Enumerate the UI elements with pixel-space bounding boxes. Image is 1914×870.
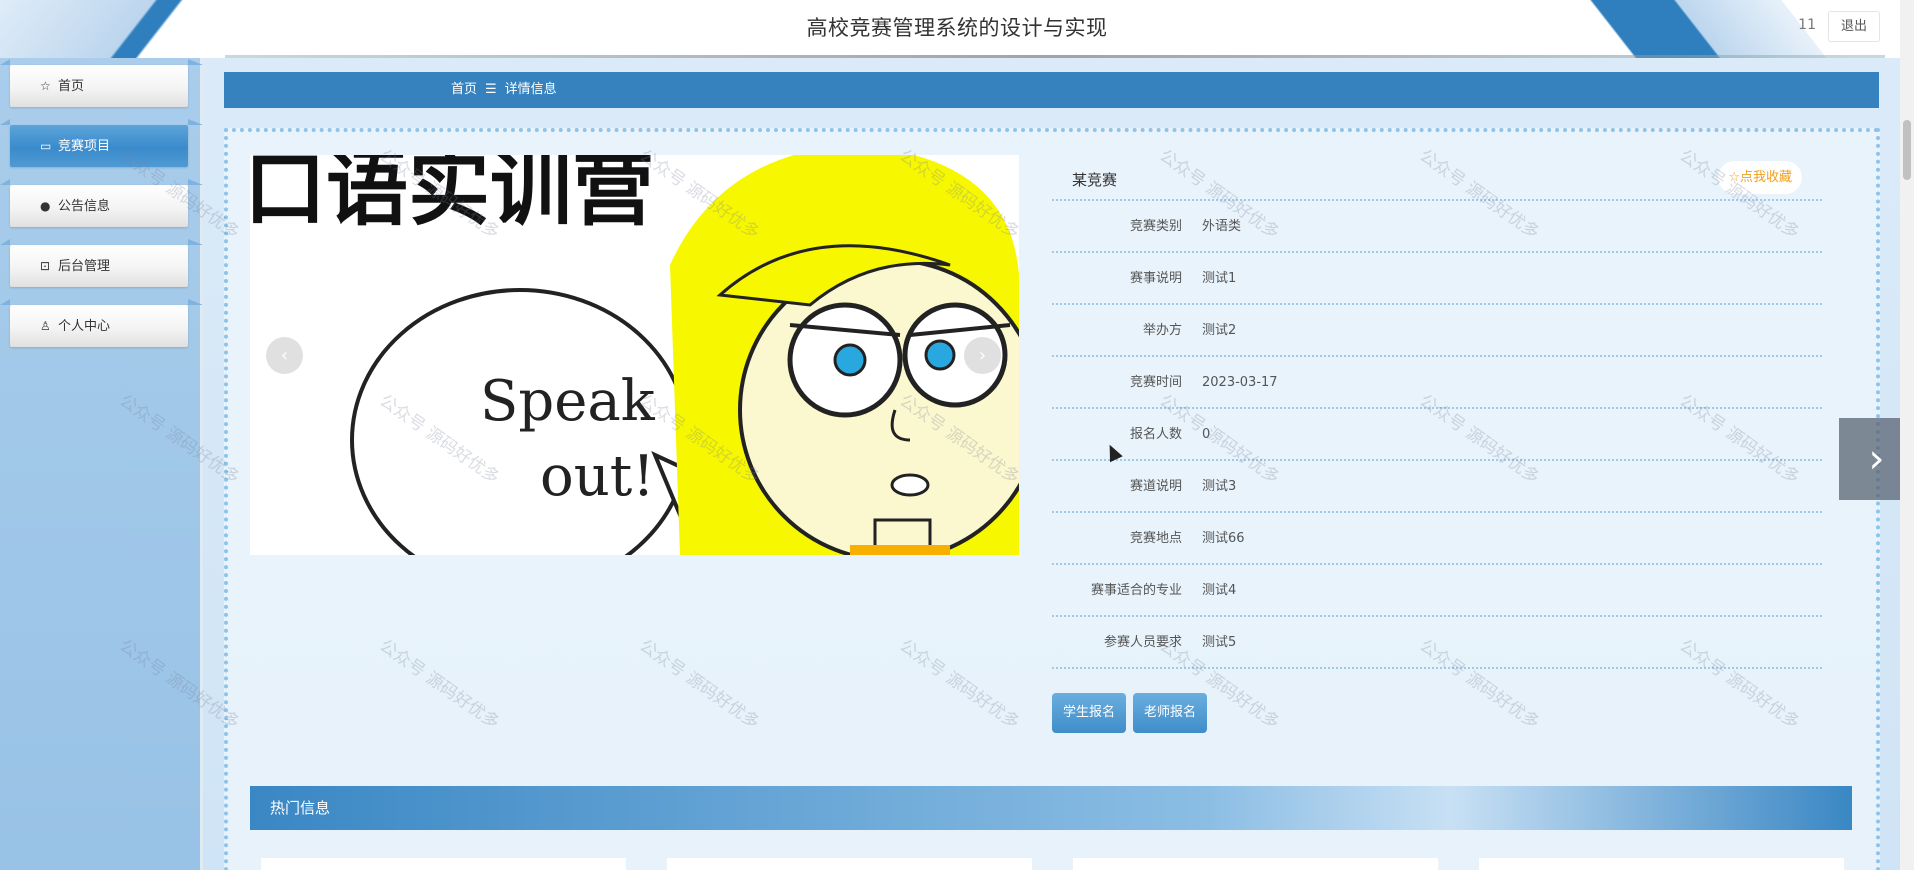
detail-value: 测试4: [1202, 583, 1237, 598]
image-bubble-text-2: out!: [540, 444, 655, 509]
carousel-prev-button[interactable]: ‹: [266, 337, 303, 374]
sidebar: ☆ 首页 ▭ 竞赛项目 ● 公告信息 ⊡ 后台管理 ♙ 个人中心: [0, 58, 203, 870]
detail-value: 测试3: [1202, 479, 1237, 494]
breadcrumb-current: 详情信息: [504, 82, 557, 97]
sidebar-item-label: 公告信息: [58, 199, 111, 214]
detail-value: 测试66: [1202, 531, 1245, 546]
user-icon: ♙: [40, 319, 51, 333]
detail-row: 参赛人员要求 测试5: [1052, 617, 1822, 669]
detail-label: 竞赛时间: [1129, 375, 1182, 390]
detail-value: 测试5: [1202, 635, 1237, 650]
sidebar-item-profile[interactable]: ♙ 个人中心: [0, 299, 203, 347]
detail-label: 赛事适合的专业: [1090, 583, 1182, 598]
detail-row: 报名人数 0: [1052, 409, 1822, 461]
favorite-button[interactable]: ☆点我收藏: [1718, 161, 1802, 194]
hot-info-card[interactable]: [1073, 858, 1438, 870]
detail-label: 竞赛地点: [1129, 531, 1182, 546]
detail-value: 测试1: [1202, 271, 1237, 286]
breadcrumb-home[interactable]: 首页: [451, 82, 477, 97]
hot-info-card[interactable]: [261, 858, 626, 870]
sidebar-item-competitions[interactable]: ▭ 竞赛项目: [0, 119, 203, 167]
briefcase-icon: ⊡: [40, 259, 51, 273]
bag-icon: ▭: [40, 139, 52, 153]
competition-title: 某竞赛: [1072, 171, 1118, 189]
detail-label: 赛事说明: [1129, 271, 1182, 286]
breadcrumb: 首页 ☰ 详情信息: [224, 72, 1879, 108]
carousel-next-button[interactable]: ›: [964, 337, 1001, 374]
sidebar-item-label: 首页: [58, 79, 85, 94]
detail-row: 竞赛时间 2023-03-17: [1052, 357, 1822, 409]
detail-label: 举办方: [1142, 323, 1182, 338]
detail-value: 外语类: [1202, 219, 1242, 234]
student-signup-button[interactable]: 学生报名: [1052, 693, 1127, 733]
sidebar-item-label: 后台管理: [58, 259, 111, 274]
detail-header: 某竞赛 ☆点我收藏: [1052, 155, 1822, 201]
image-banner-text: 口语实训营: [250, 155, 654, 237]
hot-info-title: 热门信息: [270, 799, 331, 817]
detail-label: 赛道说明: [1129, 479, 1182, 494]
hot-info-header: 热门信息: [250, 786, 1852, 830]
competition-details: 某竞赛 ☆点我收藏 竞赛类别 外语类 赛事说明 测试1 举办方 测试2 竞赛时间 202…: [1052, 155, 1822, 669]
detail-value: 测试2: [1202, 323, 1237, 338]
hot-info-card[interactable]: [1479, 858, 1844, 870]
teacher-signup-button[interactable]: 老师报名: [1133, 693, 1208, 733]
alert-circle-icon: ●: [40, 199, 51, 213]
detail-row: 举办方 测试2: [1052, 305, 1822, 357]
star-outline-icon: ☆: [40, 79, 51, 93]
detail-value: 0: [1202, 427, 1211, 442]
image-carousel[interactable]: 口语实训营 Speak out! ‹ ›: [250, 155, 1019, 555]
detail-row: 赛事适合的专业 测试4: [1052, 565, 1822, 617]
detail-row: 赛事说明 测试1: [1052, 253, 1822, 305]
hot-info-card[interactable]: [667, 858, 1032, 870]
page-scrollbar[interactable]: [1900, 0, 1914, 870]
sidebar-item-label: 个人中心: [58, 319, 111, 334]
sidebar-item-announcements[interactable]: ● 公告信息: [0, 179, 203, 227]
site-title: 高校竞赛管理系统的设计与实现: [806, 16, 1108, 40]
detail-row: 赛道说明 测试3: [1052, 461, 1822, 513]
breadcrumb-separator: ☰: [485, 82, 497, 97]
detail-label: 竞赛类别: [1129, 219, 1182, 234]
top-header: 高校竞赛管理系统的设计与实现 11 退出: [0, 0, 1914, 58]
sidebar-item-admin[interactable]: ⊡ 后台管理: [0, 239, 203, 287]
detail-label: 参赛人员要求: [1103, 635, 1182, 650]
scrollbar-thumb[interactable]: [1903, 120, 1911, 180]
detail-row: 竞赛地点 测试66: [1052, 513, 1822, 565]
logout-button[interactable]: 退出: [1828, 11, 1880, 42]
detail-row: 竞赛类别 外语类: [1052, 201, 1822, 253]
user-id: 11: [1798, 17, 1816, 33]
competition-image: 口语实训营 Speak out!: [250, 155, 1019, 555]
image-bubble-text-1: Speak: [480, 369, 656, 434]
sidebar-item-home[interactable]: ☆ 首页: [0, 59, 203, 107]
detail-value: 2023-03-17: [1202, 375, 1278, 390]
sidebar-item-label: 竞赛项目: [58, 139, 111, 154]
